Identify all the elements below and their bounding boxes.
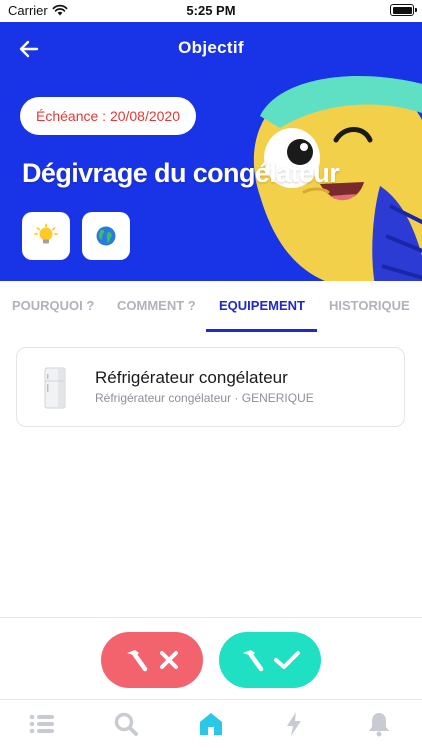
clock: 5:25 PM <box>186 3 236 18</box>
goal-title: Dégivrage du congélateur <box>22 158 340 188</box>
tab-historique[interactable]: HISTORIQUE <box>329 298 410 313</box>
check-icon <box>274 651 300 669</box>
category-badge-planet <box>82 212 130 260</box>
fridge-icon <box>44 367 66 409</box>
action-bar <box>0 617 422 699</box>
bottom-nav <box>0 699 422 750</box>
reject-button[interactable] <box>101 632 203 688</box>
nav-actions[interactable] <box>274 708 314 740</box>
status-bar: Carrier 5:25 PM <box>0 0 422 22</box>
tab-comment[interactable]: COMMENT ? <box>117 298 196 313</box>
equipment-detail: Réfrigérateur congélateur · GENERIQUE <box>95 391 314 405</box>
equipment-card[interactable]: Réfrigérateur congélateur Réfrigérateur … <box>16 347 405 427</box>
equipment-name: Réfrigérateur congélateur <box>95 368 288 387</box>
tab-pourquoi[interactable]: POURQUOI ? <box>12 298 94 313</box>
bell-icon <box>369 713 389 737</box>
nav-list[interactable] <box>22 708 62 740</box>
hammer-icon <box>127 650 148 672</box>
active-tab-indicator <box>206 329 317 332</box>
list-icon <box>29 714 54 734</box>
category-badge-energy <box>22 212 70 260</box>
hammer-icon <box>243 650 264 672</box>
tab-equipement[interactable]: EQUIPEMENT <box>219 298 305 313</box>
home-icon <box>200 713 222 735</box>
lightbulb-icon <box>34 223 58 244</box>
page-title: Objectif <box>178 38 244 57</box>
cross-icon <box>160 651 178 669</box>
battery-icon <box>390 4 417 16</box>
search-icon <box>114 712 138 736</box>
bolt-icon <box>287 712 301 736</box>
nav-search[interactable] <box>106 708 146 740</box>
deadline-badge: Échéance : 20/08/2020 <box>20 97 197 135</box>
nav-home[interactable] <box>191 708 231 740</box>
goal-header: Objectif Échéance : 20/08/2020 Dégivrage… <box>0 22 422 281</box>
earth-icon <box>96 226 116 246</box>
accept-button[interactable] <box>219 632 321 688</box>
tab-bar: POURQUOI ? COMMENT ? EQUIPEMENT HISTORIQ… <box>0 281 422 333</box>
nav-notifications[interactable] <box>359 708 399 740</box>
